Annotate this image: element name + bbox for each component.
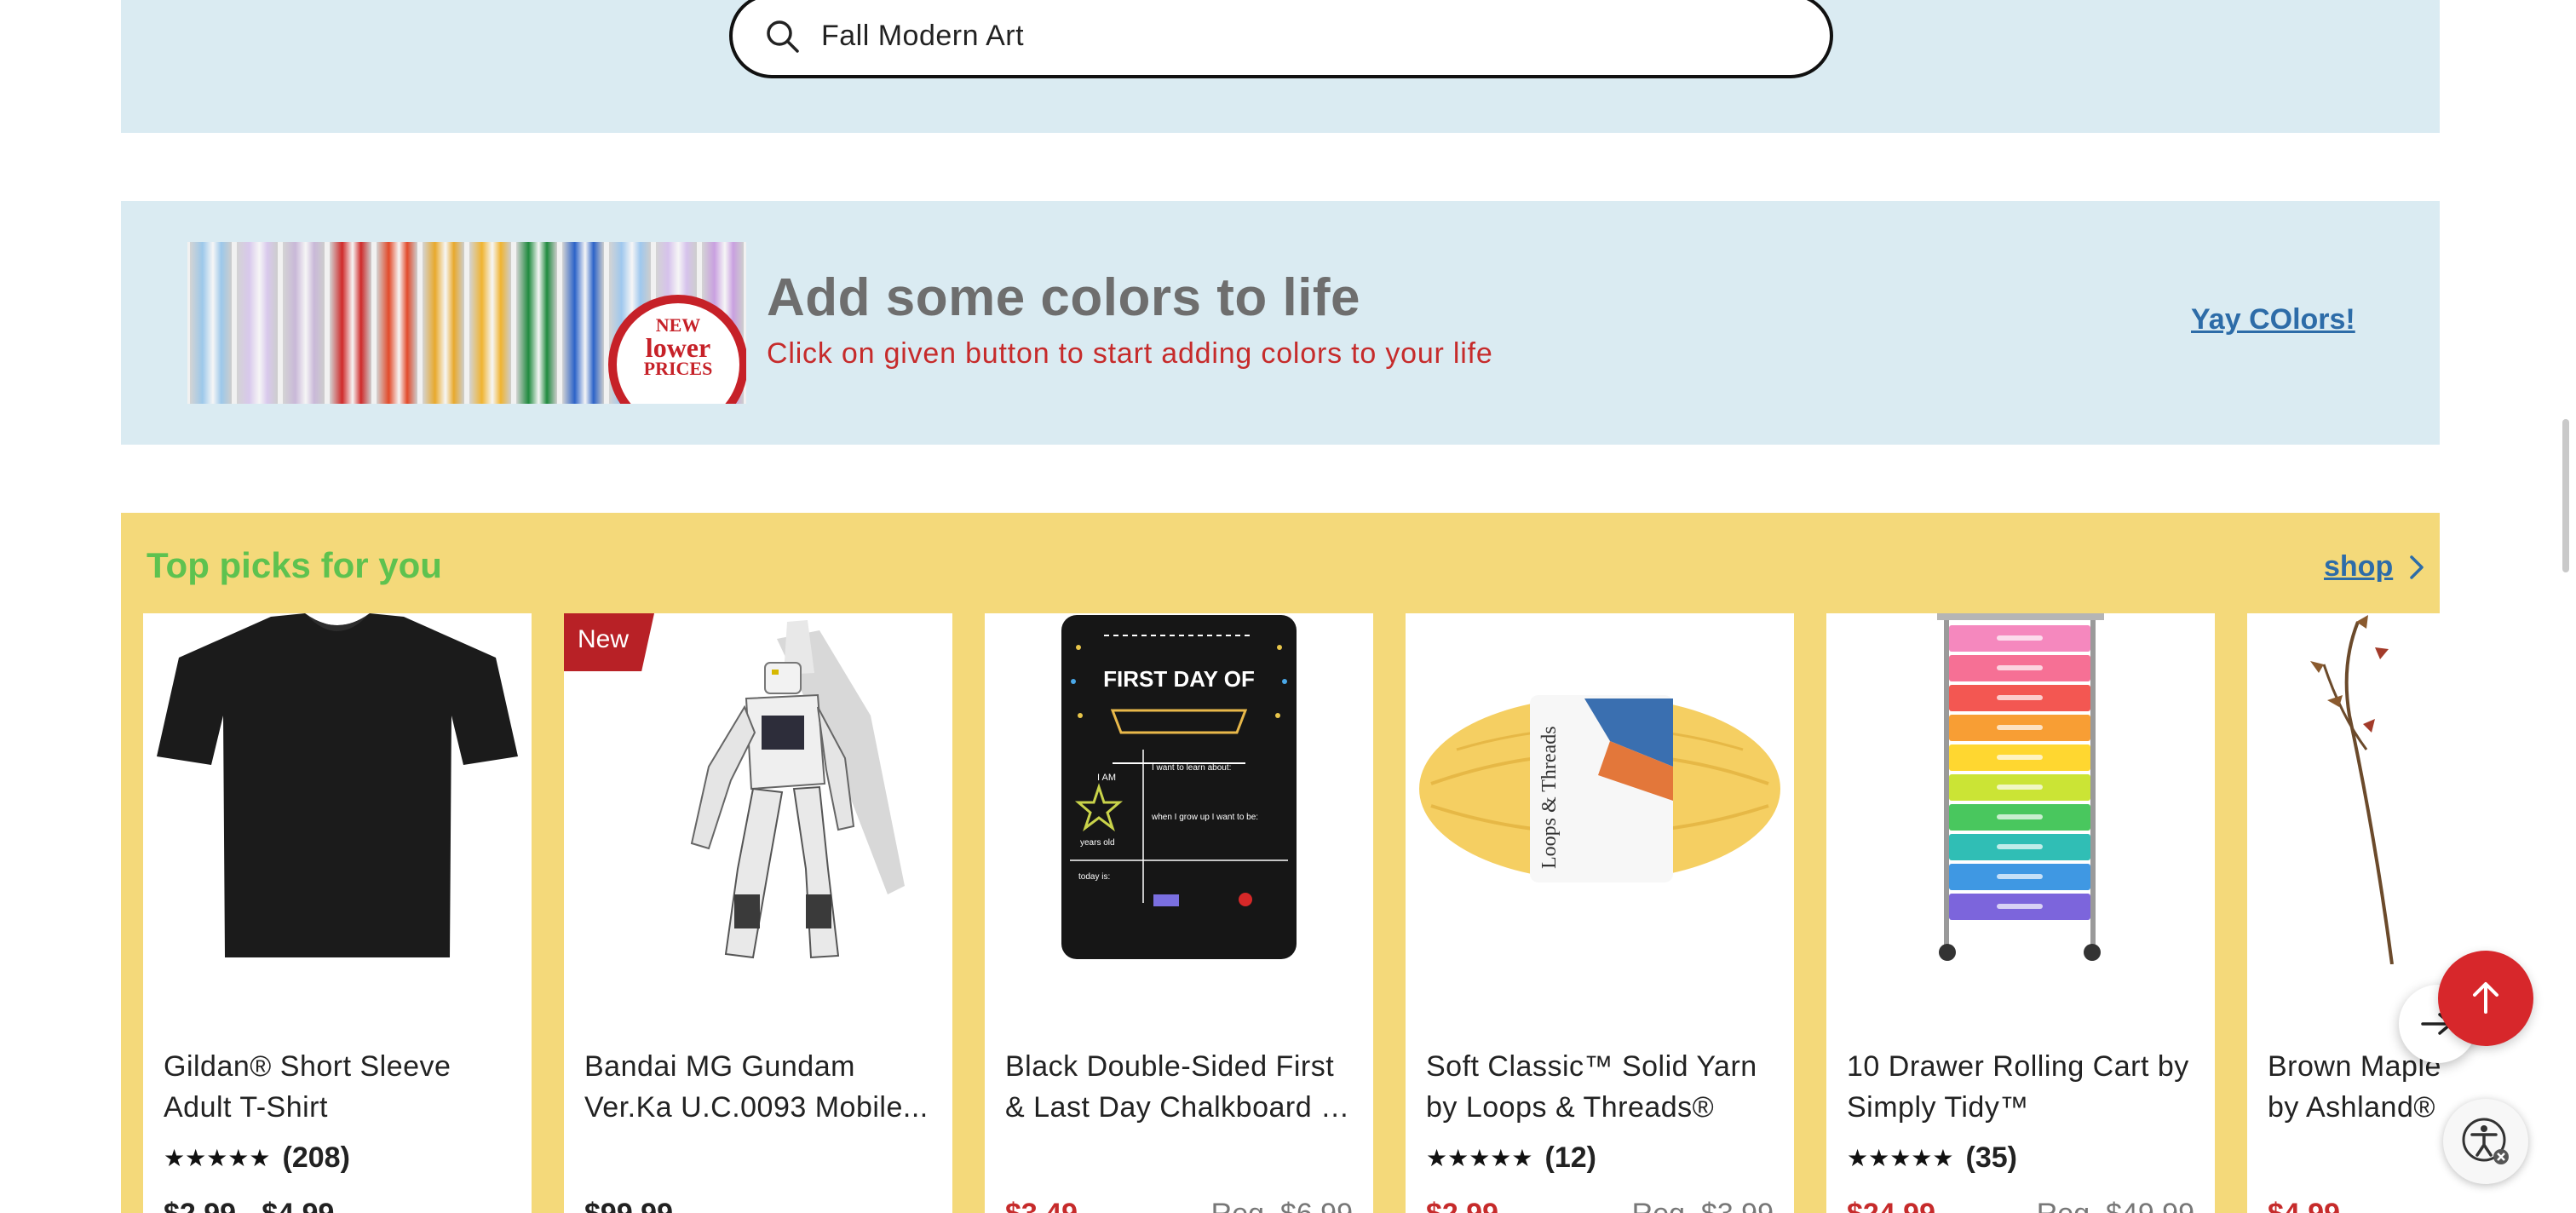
drawer-handle — [1997, 904, 2043, 909]
product-price: $99.99 — [584, 1198, 673, 1213]
product-name-line-2: Adult T-Shirt — [164, 1091, 328, 1124]
drawer-handle — [1997, 725, 2043, 730]
product-card[interactable]: Brown Maple by Ashland® $4.99 — [2247, 613, 2440, 1213]
product-name-line-1: 10 Drawer Rolling Cart by — [1847, 1050, 2189, 1083]
chalkboard-grow: when I grow up I want to be: — [1151, 813, 1258, 822]
product-image[interactable]: FIRST DAY OF I AM years old I want to le… — [985, 613, 1373, 964]
chalkboard-today: today is: — [1078, 872, 1110, 882]
sale-price: $4.99 — [2268, 1198, 2340, 1213]
page-scrollbar[interactable] — [2562, 419, 2569, 572]
search-input[interactable]: Fall Modern Art — [821, 20, 1024, 53]
drawer-handle — [1997, 874, 2043, 879]
chalkboard-heading: FIRST DAY OF — [1103, 666, 1255, 692]
drawer-handle — [1997, 844, 2043, 849]
product-name[interactable]: Bandai MG Gundam Ver.Ka U.C.0093 Mobile.… — [584, 1046, 934, 1128]
product-name[interactable]: Black Double-Sided First & Last Day Chal… — [1005, 1046, 1354, 1128]
product-name-line-2: Simply Tidy™ — [1847, 1091, 2029, 1124]
search-band: Fall Modern Art — [121, 0, 2440, 133]
vinyl-roll — [283, 242, 325, 404]
product-rating: ★★★★★ (12) — [1426, 1141, 1596, 1175]
chalkboard-learn: I want to learn about: — [1152, 763, 1231, 773]
vinyl-roll — [236, 242, 279, 404]
product-price: $2.99 - $4.99 — [164, 1198, 334, 1213]
review-count: (35) — [1965, 1141, 2017, 1174]
drawer-handle — [1997, 635, 2043, 641]
chevron-right-icon — [2410, 555, 2424, 579]
rolling-cart-image — [1937, 613, 2104, 961]
product-card[interactable]: Loops & Threads Soft Classic™ Solid Yarn… — [1406, 613, 1794, 1213]
vinyl-roll — [515, 242, 558, 404]
top-picks-section: Top picks for you shop Gildan® Short Sle… — [121, 513, 2440, 1213]
section-title: Top picks for you — [147, 545, 442, 585]
vinyl-roll — [330, 242, 371, 404]
drawer-handle — [1997, 785, 2043, 790]
review-count: (208) — [282, 1141, 350, 1174]
yarn-brand-label: Loops & Threads — [1538, 726, 1561, 869]
product-name-line-2: by Ashland® — [2268, 1091, 2435, 1124]
vinyl-roll — [423, 242, 464, 404]
promo-title: Add some colors to life — [767, 268, 1361, 327]
product-name[interactable]: 10 Drawer Rolling Cart by Simply Tidy™ — [1847, 1046, 2196, 1128]
product-card[interactable]: Gildan® Short Sleeve Adult T-Shirt ★★★★★… — [143, 613, 532, 1213]
regular-price: Reg. $3.99 — [1632, 1198, 1774, 1213]
product-card[interactable]: 10 Drawer Rolling Cart by Simply Tidy™ ★… — [1826, 613, 2215, 1213]
yarn-skein-image: Loops & Threads — [1419, 695, 1780, 882]
vinyl-roll — [376, 242, 418, 404]
chalkboard-image: FIRST DAY OF I AM years old I want to le… — [1061, 615, 1297, 959]
product-name[interactable]: Soft Classic™ Solid Yarn by Loops & Thre… — [1426, 1046, 1775, 1128]
vinyl-rolls-image: NEW lower PRICES — [187, 242, 746, 404]
product-name-line-1: Black Double-Sided First — [1005, 1050, 1335, 1083]
badge-line-2: lower — [645, 331, 711, 363]
star-rating-icon: ★★★★★ — [1426, 1145, 1533, 1171]
product-name[interactable]: Brown Maple by Ashland® — [2268, 1046, 2440, 1128]
product-image[interactable] — [143, 613, 532, 964]
vinyl-roll — [469, 242, 511, 404]
tshirt-image — [157, 613, 518, 957]
promo-subtitle: Click on given button to start adding co… — [767, 337, 1493, 370]
arrow-up-icon — [2473, 982, 2498, 1014]
product-card[interactable]: New Bandai MG Gundam Ver.Ka U.C.0093 Mob… — [564, 613, 952, 1213]
star-rating-icon: ★★★★★ — [164, 1145, 271, 1171]
product-name-line-1: Soft Classic™ Solid Yarn — [1426, 1050, 1757, 1083]
shop-link-label[interactable]: shop — [2324, 550, 2393, 584]
search-bar[interactable]: Fall Modern Art — [729, 0, 1833, 78]
badge-line-3: PRICES — [643, 358, 713, 380]
product-rating: ★★★★★ (35) — [1847, 1141, 2017, 1175]
shop-link[interactable]: shop — [2324, 550, 2427, 584]
drawer-handle — [1997, 695, 2043, 700]
drawer-handle — [1997, 814, 2043, 819]
product-name-line-1: Bandai MG Gundam — [584, 1050, 855, 1083]
product-card[interactable]: FIRST DAY OF I AM years old I want to le… — [985, 613, 1373, 1213]
product-image[interactable]: Loops & Threads — [1406, 613, 1794, 964]
back-to-top-button[interactable] — [2438, 951, 2533, 1046]
product-image[interactable] — [2247, 613, 2440, 964]
accessibility-icon — [2462, 1118, 2509, 1164]
search-icon — [767, 20, 799, 53]
promo-banner: NEW lower PRICES Add some colors to life… — [121, 201, 2440, 445]
maple-branch-image — [2310, 615, 2394, 964]
product-image[interactable] — [1826, 613, 2215, 964]
promo-cta-link[interactable]: Yay COlors! — [2191, 303, 2355, 336]
regular-price: Reg. $6.99 — [1211, 1198, 1353, 1213]
product-name-line-2: & Last Day Chalkboard b... — [1005, 1091, 1354, 1124]
review-count: (12) — [1544, 1141, 1596, 1174]
sale-price: $3.49 — [1005, 1198, 1078, 1213]
sale-price: $24.99 — [1847, 1198, 1935, 1213]
product-name-line-2: Ver.Ka U.C.0093 Mobile... — [584, 1091, 929, 1124]
product-name[interactable]: Gildan® Short Sleeve Adult T-Shirt — [164, 1046, 513, 1128]
chalkboard-years-old: years old — [1080, 838, 1115, 848]
vinyl-roll — [190, 242, 232, 404]
vinyl-roll — [562, 242, 604, 404]
product-rating: ★★★★★ (208) — [164, 1141, 350, 1175]
drawer-handle — [1997, 755, 2043, 760]
product-name-line-2: by Loops & Threads® — [1426, 1091, 1715, 1124]
chalkboard-i-am: I AM — [1097, 773, 1116, 783]
star-rating-icon: ★★★★★ — [1847, 1145, 1954, 1171]
new-badge: New — [564, 613, 654, 671]
accessibility-button[interactable] — [2443, 1099, 2528, 1184]
drawer-handle — [1997, 665, 2043, 670]
regular-price: Reg. $49.99 — [2037, 1198, 2194, 1213]
sale-price: $2.99 — [1426, 1198, 1498, 1213]
product-name-line-1: Gildan® Short Sleeve — [164, 1050, 451, 1083]
